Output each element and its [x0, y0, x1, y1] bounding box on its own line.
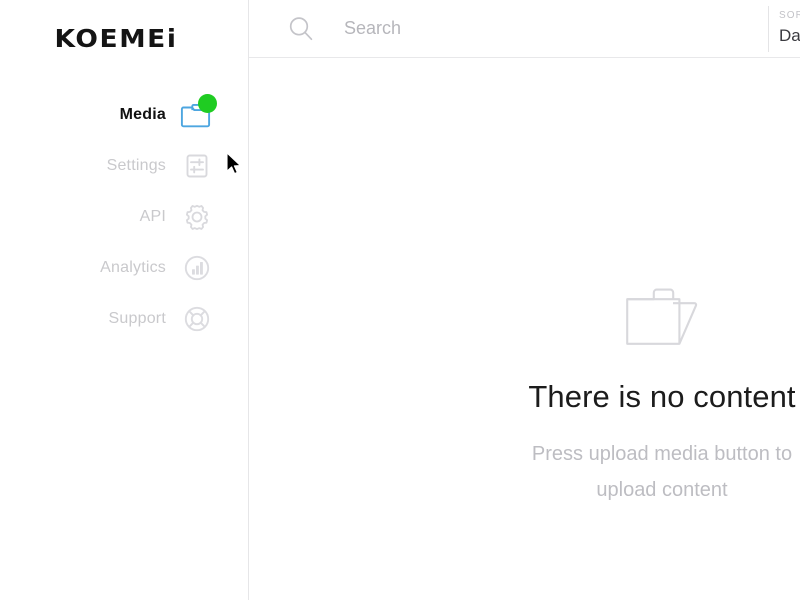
sort-control[interactable]: SORT BY Date — [779, 9, 800, 47]
search-input[interactable] — [344, 18, 724, 39]
empty-state-title: There is no content — [528, 379, 796, 414]
empty-state: There is no content Press upload media b… — [249, 286, 800, 508]
sidebar-item-analytics[interactable]: Analytics — [0, 245, 232, 291]
sidebar-item-label: Settings — [106, 157, 166, 174]
sidebar-item-media[interactable]: Media — [0, 92, 232, 138]
sidebar-item-label: API — [139, 208, 166, 225]
lifebuoy-icon — [180, 302, 214, 336]
sidebar-item-label: Analytics — [100, 259, 166, 276]
sort-label: SORT BY — [779, 10, 800, 21]
sidebar-item-label: Media — [119, 106, 166, 123]
sliders-icon — [180, 149, 214, 183]
header-divider — [768, 6, 769, 52]
sidebar-item-label: Support — [108, 310, 166, 327]
search-area — [249, 0, 724, 57]
app-logo: KOEMEi — [0, 24, 239, 53]
sidebar-item-support[interactable]: Support — [0, 296, 232, 342]
empty-state-subtitle-line1: Press upload media button to — [531, 443, 793, 465]
media-notification-badge — [198, 94, 217, 113]
search-icon[interactable] — [286, 14, 316, 44]
empty-state-subtitle-line2: upload content — [596, 479, 728, 501]
logo-text: KOEMEi — [54, 24, 178, 53]
header-bar: SORT BY Date — [249, 0, 800, 58]
main-content: There is no content Press upload media b… — [249, 58, 800, 600]
sidebar-item-api[interactable]: API — [0, 194, 232, 240]
gear-icon — [180, 200, 214, 234]
sort-value[interactable]: Date — [779, 25, 800, 47]
sidebar-item-settings[interactable]: Settings — [0, 143, 232, 189]
app-window: KOEMEi Media Settings API Analytics Supp… — [0, 0, 800, 600]
sidebar-nav: Media Settings API Analytics Support — [0, 92, 232, 347]
sidebar: KOEMEi Media Settings API Analytics Supp… — [0, 0, 249, 600]
empty-state-subtitle: Press upload media button to upload cont… — [249, 436, 800, 508]
bar-chart-icon — [180, 251, 214, 285]
empty-folder-icon — [626, 288, 698, 345]
folder-icon — [180, 94, 217, 132]
